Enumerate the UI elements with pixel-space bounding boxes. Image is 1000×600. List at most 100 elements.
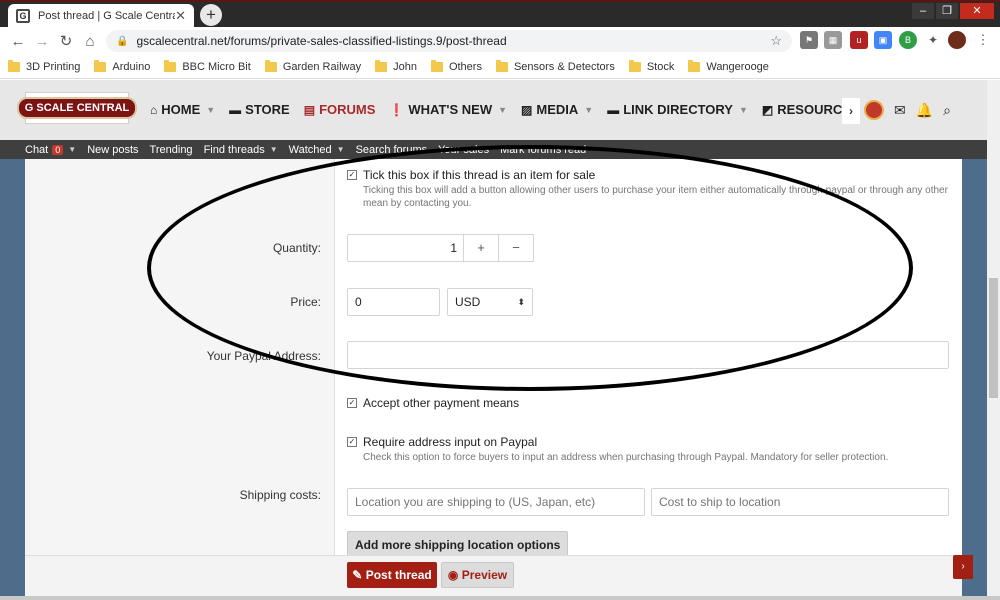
nav-whats-new-label: WHAT'S NEW (408, 102, 493, 117)
chevron-down-icon[interactable]: ▼ (337, 145, 345, 154)
chevron-down-icon[interactable]: ▼ (584, 105, 593, 115)
url-text: gscalecentral.net/forums/private-sales-c… (136, 34, 507, 48)
folder-icon (164, 59, 177, 72)
extensions-menu-icon[interactable]: ✦ (924, 31, 942, 49)
bookmarks-bar: 3D Printing Arduino BBC Micro Bit Garden Ra… (0, 55, 1000, 79)
post-thread-label: Post thread (365, 568, 432, 582)
bookmark-item[interactable]: Wangerooge (688, 59, 769, 73)
minimize-button[interactable]: – (912, 3, 934, 19)
bookmark-item[interactable]: Stock (628, 59, 675, 73)
folder-icon (8, 59, 20, 72)
bookmark-star-icon[interactable]: ☆ (770, 33, 782, 49)
close-window-button[interactable]: ✕ (960, 3, 994, 19)
bookmark-label: Wangerooge (706, 60, 769, 73)
nav-store[interactable]: ▬ STORE (229, 102, 290, 117)
forward-icon[interactable]: → (30, 33, 54, 50)
extension-shield-icon[interactable]: u (850, 31, 868, 49)
chevron-down-icon[interactable]: ▼ (498, 105, 507, 115)
extension-puzzle-icon[interactable]: ▦ (824, 31, 842, 49)
bookmark-item[interactable]: John (375, 59, 417, 73)
site-favicon-icon: G (16, 9, 30, 23)
subnav-trending[interactable]: Trending (150, 144, 193, 156)
taskbar-strip (0, 596, 1000, 600)
envelope-icon[interactable]: ✉ (894, 102, 906, 119)
bookmark-item[interactable]: 3D Printing (8, 59, 81, 73)
quantity-input[interactable]: 1 (347, 234, 465, 262)
search-icon[interactable]: ⌕ (943, 102, 951, 119)
bookmark-item[interactable]: Garden Railway (264, 59, 362, 73)
nav-link-directory[interactable]: ▬ LINK DIRECTORY ▼ (607, 102, 748, 117)
bookmark-item[interactable]: BBC Micro Bit (164, 59, 251, 73)
nav-forums[interactable]: ▤ FORUMS (304, 102, 376, 117)
quantity-increase-button[interactable]: + (463, 234, 499, 262)
folder-icon (430, 59, 443, 72)
nav-whats-new[interactable]: ❗ WHAT'S NEW ▼ (389, 102, 507, 117)
bookmark-label: John (393, 60, 417, 73)
shipping-location-input[interactable] (347, 488, 645, 516)
nav-media-label: MEDIA (536, 102, 579, 117)
preview-label: Preview (461, 568, 508, 582)
extension-flag-icon[interactable]: ⚑ (800, 31, 818, 49)
chevron-down-icon[interactable]: ▼ (270, 145, 278, 154)
external-icon: ◩ (761, 102, 774, 117)
subnav-watched[interactable]: Watched ▼ (289, 144, 345, 156)
preview-button[interactable]: ◉ Preview (441, 562, 514, 588)
nav-store-label: STORE (245, 102, 290, 117)
paypal-address-input[interactable] (347, 341, 949, 369)
user-avatar[interactable] (864, 100, 884, 120)
eye-icon: ◉ (447, 568, 462, 582)
new-tab-button[interactable]: + (200, 4, 222, 26)
extension-b-icon[interactable]: B (899, 31, 917, 49)
forum-subnav: Chat 0 ▼ New posts Trending Find threads ▼ … (0, 140, 987, 159)
chevron-down-icon[interactable]: ▼ (206, 105, 215, 115)
bell-icon[interactable]: 🔔 (916, 102, 933, 119)
close-tab-icon[interactable]: ✕ (175, 8, 186, 24)
subnav-your-sales[interactable]: Your sales (438, 144, 489, 156)
folder-icon (375, 59, 388, 72)
bookmark-label: Stock (646, 60, 675, 73)
reload-icon[interactable]: ↻ (54, 32, 78, 50)
for-sale-hint: Ticking this box will add a button allow… (363, 185, 948, 209)
subnav-new-posts[interactable]: New posts (87, 144, 138, 156)
bookmark-label: Arduino (112, 60, 151, 73)
shipping-cost-input[interactable] (651, 488, 949, 516)
subnav-mark-read[interactable]: Mark forums read (500, 144, 586, 156)
nav-home-label: HOME (161, 102, 201, 117)
address-bar[interactable]: 🔒 gscalecentral.net/forums/private-sales… (106, 30, 792, 52)
post-thread-button[interactable]: ✎ Post thread (347, 562, 437, 588)
other-payment-checkbox[interactable]: ✓ (347, 398, 357, 408)
browser-tab[interactable]: G Post thread | G Scale Central ✕ (8, 4, 194, 28)
subnav-find-threads[interactable]: Find threads ▼ (204, 144, 278, 156)
nav-link-directory-label: LINK DIRECTORY (623, 102, 733, 117)
quantity-decrease-button[interactable]: − (498, 234, 534, 262)
extension-grid-icon[interactable]: ▣ (874, 31, 892, 49)
folder-icon: ▬ (229, 102, 242, 117)
nav-forums-label: FORUMS (319, 102, 376, 117)
chrome-menu-icon[interactable]: ⋮ (974, 31, 992, 49)
home-icon[interactable]: ⌂ (78, 33, 102, 50)
scrollbar-thumb[interactable] (989, 278, 998, 398)
bookmark-item[interactable]: Others (430, 59, 482, 73)
require-address-checkbox[interactable]: ✓ (347, 437, 357, 447)
for-sale-checkbox[interactable]: ✓ (347, 170, 357, 180)
restore-button[interactable]: ❐ (936, 3, 958, 19)
bookmark-label: Garden Railway (282, 60, 362, 73)
nav-home[interactable]: ⌂ HOME ▼ (150, 102, 215, 117)
bookmark-item[interactable]: Sensors & Detectors (495, 59, 615, 73)
nav-media[interactable]: ▨ MEDIA ▼ (521, 102, 593, 117)
subnav-chat[interactable]: Chat 0 ▼ (25, 144, 76, 156)
subnav-search-forums[interactable]: Search forums (356, 144, 428, 156)
chevron-down-icon[interactable]: ▼ (739, 105, 748, 115)
site-logo[interactable]: G SCALE CENTRAL (16, 92, 138, 124)
scroll-to-top-icon[interactable]: › (953, 555, 973, 579)
bookmark-label: 3D Printing (26, 60, 81, 73)
bookmark-item[interactable]: Arduino (94, 59, 151, 73)
price-input[interactable]: 0 (347, 288, 440, 316)
chevron-down-icon[interactable]: ▼ (68, 145, 76, 154)
currency-select[interactable]: USD ⬍ (447, 288, 533, 316)
bookmark-label: BBC Micro Bit (182, 60, 251, 73)
back-icon[interactable]: ← (6, 33, 30, 50)
nav-scroll-right-icon[interactable]: › (842, 98, 860, 124)
profile-avatar-icon[interactable] (948, 31, 966, 49)
folder-icon (628, 59, 641, 72)
